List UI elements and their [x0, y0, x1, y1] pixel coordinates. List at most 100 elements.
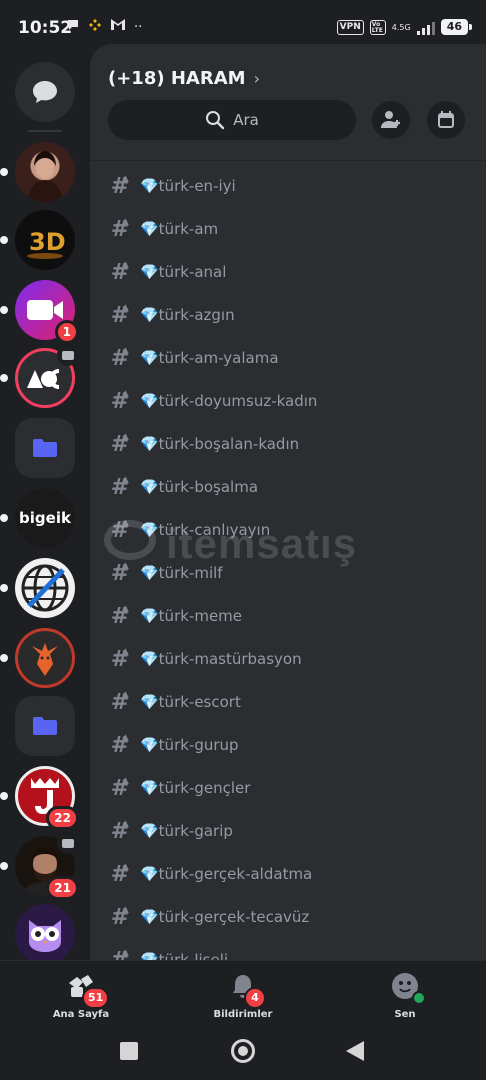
server-3d[interactable]: 3D [0, 210, 75, 270]
nsfw-channel-icon: # ▲ [110, 603, 130, 629]
server-rail[interactable]: 3D 1 bigeik 22 21 [0, 58, 90, 960]
server-portrait[interactable] [0, 142, 75, 202]
nsfw-channel-icon: # ▲ [110, 775, 130, 801]
nsfw-channel-icon: # ▲ [110, 173, 130, 199]
status-right-icons: VPN Vo LTE 4.5G 46 [336, 19, 473, 35]
channel-item[interactable]: # ▲ 💎türk-boşalma [100, 469, 476, 505]
server-video[interactable]: 1 [0, 280, 79, 344]
channel-name: 💎türk-anal [140, 263, 227, 281]
unread-indicator [0, 236, 8, 244]
channel-item[interactable]: # ▲ 💎türk-garip [100, 813, 476, 849]
nsfw-channel-icon: # ▲ [110, 861, 130, 887]
nav-home-label: Ana Sayfa [52, 1009, 110, 1020]
channel-name: 💎türk-mastürbasyon [140, 650, 302, 668]
channel-panel: (+18) HARAM › Ara # ▲ 💎türk-en-iyi # ▲ 💎türk… [90, 44, 486, 960]
channel-name: 💎türk-garip [140, 822, 233, 840]
unread-indicator [0, 862, 8, 870]
server-avatar: bigeik [15, 488, 75, 548]
channel-name: 💎türk-am [140, 220, 219, 238]
channel-item[interactable]: # ▲ 💎türk-boşalan-kadın [100, 426, 476, 462]
channel-item[interactable]: # ▲ 💎türk-mastürbasyon [100, 641, 476, 677]
channel-item[interactable]: # ▲ 💎türk-anal [100, 254, 476, 290]
events-button[interactable] [427, 101, 465, 139]
recents-button[interactable] [120, 1042, 138, 1060]
invite-members-button[interactable] [372, 101, 410, 139]
chat-bubble-icon [66, 18, 80, 39]
channel-item[interactable]: # ▲ 💎türk-azgın [100, 297, 476, 333]
screen-share-icon [57, 832, 79, 854]
nsfw-channel-icon: # ▲ [110, 216, 130, 242]
nav-you-label: Sen [394, 1009, 416, 1020]
nsfw-channel-icon: # ▲ [110, 474, 130, 500]
channel-name: 💎türk-escort [140, 693, 241, 711]
home-button[interactable] [231, 1039, 255, 1063]
nsfw-channel-icon: # ▲ [110, 732, 130, 758]
nsfw-channel-icon: # ▲ [110, 947, 130, 961]
channel-item[interactable]: # ▲ 💎türk-am-yalama [100, 340, 476, 376]
nsfw-channel-icon: # ▲ [110, 345, 130, 371]
channel-item[interactable]: # ▲ 💎türk-gerçek-aldatma [100, 856, 476, 892]
channel-name: 💎türk-azgın [140, 306, 235, 324]
channel-item[interactable]: # ▲ 💎türk-liseli [100, 942, 476, 961]
mention-badge: 1 [54, 320, 79, 344]
channel-name: 💎türk-meme [140, 607, 243, 625]
server-folder[interactable] [15, 696, 75, 756]
server-beard[interactable]: 21 [0, 832, 79, 900]
direct-messages-button[interactable] [15, 62, 75, 122]
deer-icon [15, 628, 75, 688]
rail-separator [28, 130, 62, 132]
nav-notifications[interactable]: 4 Bildirimler [188, 971, 298, 1020]
channel-item[interactable]: # ▲ 💎türk-meme [100, 598, 476, 634]
network-type: 4.5G [391, 22, 411, 32]
avatar [390, 971, 426, 1005]
server-header[interactable]: (+18) HARAM › [108, 68, 260, 89]
channel-item[interactable]: # ▲ 💎türk-escort [100, 684, 476, 720]
back-button[interactable] [346, 1041, 364, 1061]
nsfw-channel-icon: # ▲ [110, 646, 130, 672]
nsfw-channel-icon: # ▲ [110, 259, 130, 285]
owl-icon [15, 904, 75, 960]
channel-item[interactable]: # ▲ 💎türk-doyumsuz-kadın [100, 383, 476, 419]
server-avatar [15, 142, 75, 202]
chevron-right-icon: › [253, 69, 260, 88]
signal-icon [416, 20, 435, 35]
status-notification-icons: ·· [66, 18, 142, 38]
gmail-icon [110, 18, 126, 38]
channel-item[interactable]: # ▲ 💎türk-gerçek-tecavüz [100, 899, 476, 935]
server-bigeik[interactable]: bigeik [0, 488, 75, 548]
system-navigation-bar [0, 1028, 486, 1080]
channel-name: 💎türk-gurup [140, 736, 239, 754]
nsfw-channel-icon: # ▲ [110, 904, 130, 930]
channel-name: 💎türk-gerçek-aldatma [140, 865, 313, 883]
bottom-navigation: 51 Ana Sayfa 4 Bildirimler Sen [0, 960, 486, 1028]
channel-name: 💎türk-en-iyi [140, 177, 236, 195]
svg-text:3D: 3D [29, 228, 66, 256]
server-avatar: 3D [15, 210, 75, 270]
server-owl[interactable] [15, 904, 75, 960]
channel-item[interactable]: # ▲ 💎türk-gurup [100, 727, 476, 763]
channel-name: 💎türk-gerçek-tecavüz [140, 908, 310, 926]
channel-item[interactable]: # ▲ 💎türk-en-iyi [100, 168, 476, 204]
search-icon [206, 111, 225, 130]
nsfw-channel-icon: # ▲ [110, 560, 130, 586]
unread-indicator [0, 514, 8, 522]
server-deer[interactable] [0, 628, 75, 688]
more-dots-icon: ·· [134, 20, 143, 35]
channel-name: 💎türk-doyumsuz-kadın [140, 392, 318, 410]
channel-name: 💎türk-boşalan-kadın [140, 435, 300, 453]
server-folder[interactable] [15, 418, 75, 478]
nav-you[interactable]: Sen [350, 971, 460, 1020]
server-ac[interactable] [0, 344, 79, 408]
nsfw-channel-icon: # ▲ [110, 689, 130, 715]
channel-item[interactable]: # ▲ 💎türk-gençler [100, 770, 476, 806]
channel-item[interactable]: # ▲ 💎türk-am [100, 211, 476, 247]
channel-name: 💎türk-liseli [140, 951, 229, 960]
unread-indicator [0, 168, 8, 176]
channel-name: 💎türk-am-yalama [140, 349, 279, 367]
server-j[interactable]: 22 [0, 766, 79, 830]
server-globe[interactable] [0, 558, 75, 618]
home-badge: 51 [82, 987, 110, 1009]
nav-home[interactable]: 51 Ana Sayfa [26, 971, 136, 1020]
search-button[interactable]: Ara [108, 100, 356, 140]
chat-bubble-icon [15, 62, 75, 122]
